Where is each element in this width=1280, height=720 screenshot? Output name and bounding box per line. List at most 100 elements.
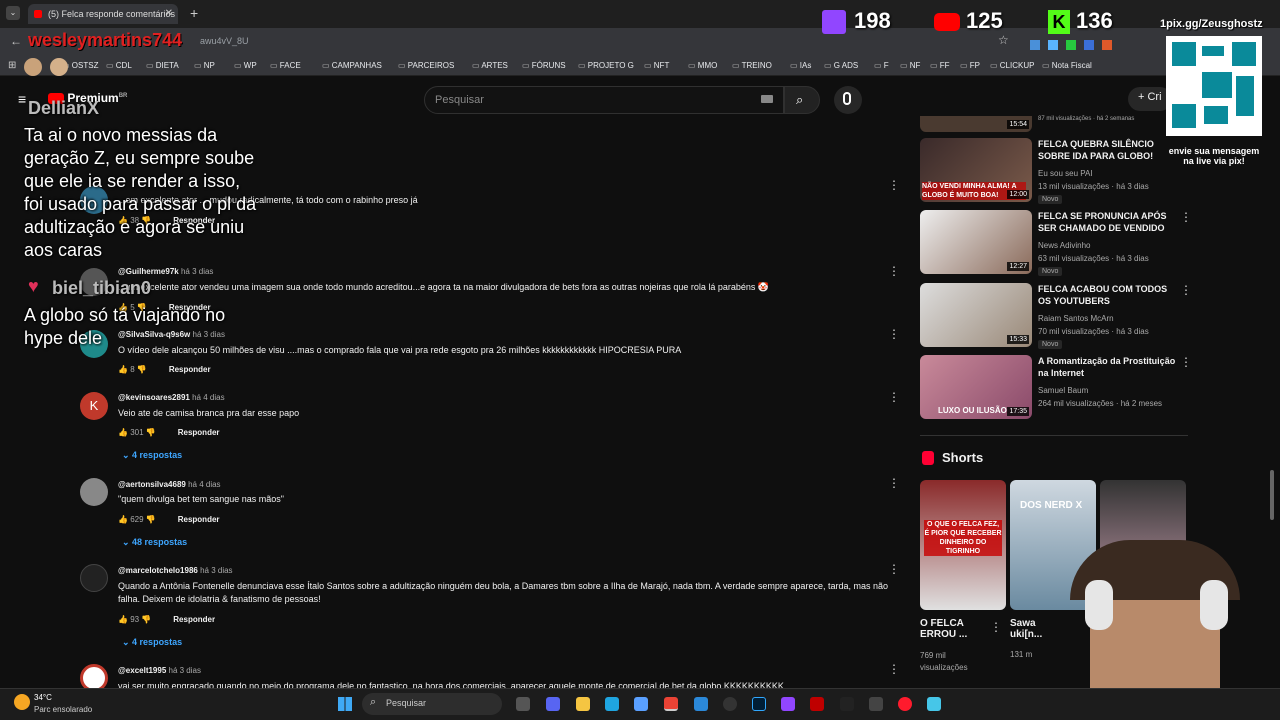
bookmark-item[interactable]: G ADS [824, 61, 858, 70]
bookmark-item[interactable]: CLICKUP [990, 61, 1035, 70]
discord-icon[interactable] [546, 697, 560, 711]
photoshop-icon[interactable] [752, 697, 766, 711]
view-replies-button[interactable]: ⌄ 4 respostas [122, 450, 182, 461]
comment-time[interactable]: há 3 dias [200, 566, 232, 575]
related-video[interactable]: LUXO OU ILUSÃO 17:35 A Romantização da P… [920, 355, 1192, 419]
taskbar-search[interactable]: ⌕ Pesquisar [362, 693, 502, 715]
bookmark-item[interactable]: FACE [270, 61, 301, 70]
search-button[interactable]: ⌕ [784, 86, 820, 114]
bookmark-item[interactable]: NF [900, 61, 921, 70]
reply-button[interactable]: Responder [169, 365, 211, 374]
new-tab-button[interactable]: + [190, 5, 198, 21]
bookmark-item[interactable]: NFT [644, 61, 670, 70]
weather-icon[interactable] [14, 694, 30, 710]
comment-author[interactable]: @kevinsoares2891 há 4 dias [118, 393, 225, 402]
app-icon[interactable] [869, 697, 883, 711]
comment-author[interactable]: @marcelotchelo1986 há 3 dias [118, 566, 233, 575]
view-replies-button[interactable]: ⌄ 48 respostas [122, 537, 187, 548]
windows-start-icon[interactable] [338, 697, 352, 711]
video-channel[interactable]: Samuel Baum [1038, 386, 1088, 395]
browser-tab[interactable]: (5) Felca responde comentários ✕ [28, 4, 178, 24]
bookmark-item[interactable]: FÓRUNS [522, 61, 566, 70]
video-title[interactable]: FELCA SE PRONUNCIA APÓS SER CHAMADO DE V… [1038, 210, 1178, 234]
twitch-app-icon[interactable] [781, 697, 795, 711]
chrome-active-icon[interactable] [664, 697, 678, 711]
bookmark-item[interactable]: CAMPANHAS [322, 61, 382, 70]
reply-button[interactable]: Responder [173, 615, 215, 624]
bookmark-item[interactable]: PARCEIROS [398, 61, 455, 70]
comment-author[interactable]: @aertonsilva4689 há 4 dias [118, 480, 221, 489]
bookmark-item[interactable]: FF [930, 61, 950, 70]
video-thumbnail[interactable]: LUXO OU ILUSÃO 17:35 [920, 355, 1032, 419]
video-channel[interactable]: Eu sou seu PAI [1038, 169, 1093, 178]
view-replies-button[interactable]: ⌄ 4 respostas [122, 637, 182, 648]
bookmark-item[interactable]: F [874, 61, 889, 70]
page-scrollbar[interactable] [1270, 470, 1274, 520]
comment-menu-icon[interactable]: ⋮ [888, 178, 900, 192]
comment-menu-icon[interactable]: ⋮ [888, 662, 900, 676]
video-menu-icon[interactable]: ⋮ [1180, 283, 1192, 297]
video-thumbnail[interactable]: 15:54 [920, 116, 1032, 132]
comment-avatar[interactable] [80, 478, 108, 506]
comment-time[interactable]: há 4 dias [188, 480, 220, 489]
temperature[interactable]: 34°C [34, 693, 52, 702]
video-title[interactable]: A Romantização da Prostituição na Intern… [1038, 355, 1178, 379]
comment-time[interactable]: há 4 dias [192, 393, 224, 402]
weather-text[interactable]: Parc ensolarado [34, 705, 92, 714]
reply-button[interactable]: Responder [178, 515, 220, 524]
comment-menu-icon[interactable]: ⋮ [888, 562, 900, 576]
author-handle[interactable]: @marcelotchelo1986 [118, 566, 198, 575]
video-thumbnail[interactable]: 15:33 [920, 283, 1032, 347]
video-menu-icon[interactable]: ⋮ [1180, 355, 1192, 369]
bookmark-item[interactable]: FP [960, 61, 980, 70]
comment-avatar[interactable] [80, 564, 108, 592]
video-title[interactable]: FELCA ACABOU COM TODOS OS YOUTUBERS [1038, 283, 1178, 307]
extension-icons[interactable] [1030, 37, 1150, 50]
video-channel[interactable]: News Adivinho [1038, 241, 1090, 250]
edge-icon[interactable] [605, 697, 619, 711]
bookmark-item[interactable]: IAs [790, 61, 812, 70]
short-thumbnail[interactable]: O QUE O FELCA FEZ, É PIOR QUE RECEBER DI… [920, 480, 1006, 610]
video-thumbnail[interactable]: 12:27 [920, 210, 1032, 274]
bookmark-item[interactable]: PROJETO G [578, 61, 634, 70]
bookmark-item[interactable]: TREINO [732, 61, 772, 70]
voice-search-button[interactable] [834, 86, 862, 114]
comment-menu-icon[interactable]: ⋮ [888, 390, 900, 404]
filezilla-icon[interactable] [810, 697, 824, 711]
comment-avatar[interactable]: K [80, 392, 108, 420]
task-view-icon[interactable] [516, 697, 530, 711]
obs-icon[interactable] [723, 697, 737, 711]
comment-author[interactable]: @excelt1995 há 3 dias [118, 666, 201, 675]
chrome-icon[interactable] [634, 697, 648, 711]
keyboard-icon[interactable] [761, 95, 773, 103]
related-video[interactable]: 15:33 FELCA ACABOU COM TODOS OS YOUTUBER… [920, 283, 1192, 349]
video-thumbnail[interactable]: NÃO VENDI MINHA ALMA! A GLOBO É MUITO BO… [920, 138, 1032, 202]
reply-button[interactable]: Responder [178, 428, 220, 437]
close-tab-icon[interactable]: ✕ [165, 4, 173, 24]
tab-list-button[interactable]: ⌄ [6, 6, 20, 20]
comment-menu-icon[interactable]: ⋮ [888, 476, 900, 490]
file-explorer-icon[interactable] [576, 697, 590, 711]
bookmark-star-icon[interactable]: ☆ [998, 33, 1009, 47]
opera-icon[interactable] [898, 697, 912, 711]
bookmark-item[interactable]: ARTES [472, 61, 508, 70]
capcut-icon[interactable] [840, 697, 854, 711]
search-input[interactable]: Pesquisar [424, 86, 784, 114]
store-icon[interactable] [694, 697, 708, 711]
comment-menu-icon[interactable]: ⋮ [888, 327, 900, 341]
bookmark-item[interactable]: MMO [688, 61, 718, 70]
bookmark-item[interactable]: Nota Fiscal [1042, 61, 1092, 70]
video-menu-icon[interactable]: ⋮ [1180, 210, 1192, 224]
related-video[interactable]: 15:54 87 mil visualizações · há 2 semana… [920, 116, 1188, 132]
short-menu-icon[interactable]: ⋮ [990, 620, 1002, 634]
comment-menu-icon[interactable]: ⋮ [888, 264, 900, 278]
author-handle[interactable]: @aertonsilva4689 [118, 480, 186, 489]
related-video[interactable]: NÃO VENDI MINHA ALMA! A GLOBO É MUITO BO… [920, 138, 1188, 204]
comment-time[interactable]: há 3 dias [169, 666, 201, 675]
video-title[interactable]: FELCA QUEBRA SILÊNCIO SOBRE IDA PARA GLO… [1038, 138, 1178, 162]
short-title[interactable]: O FELCA ERROU ... [920, 618, 984, 640]
create-button[interactable]: + Cri [1128, 87, 1172, 111]
video-channel[interactable]: Raiam Santos McArn [1038, 314, 1114, 323]
author-handle[interactable]: @kevinsoares2891 [118, 393, 190, 402]
author-handle[interactable]: @excelt1995 [118, 666, 166, 675]
